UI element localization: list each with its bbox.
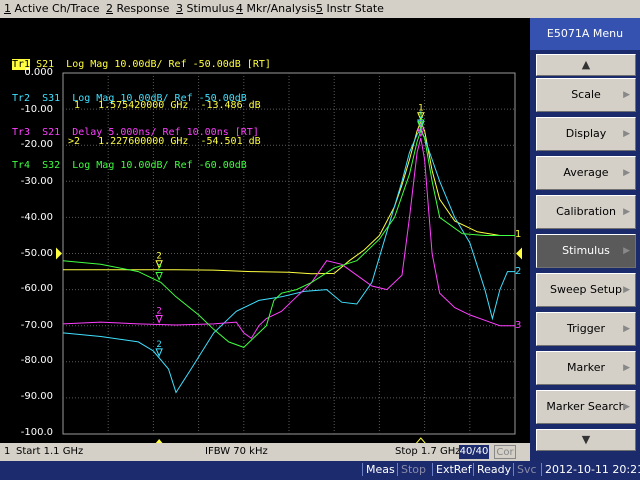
softkey-sweep-setup-button[interactable]: Sweep Setup ▶ xyxy=(536,273,636,307)
status-meas: Meas xyxy=(362,463,398,476)
y-tick-label: -40.00 xyxy=(20,212,53,223)
marker-triangle-2 xyxy=(155,272,163,281)
softkey-average-button[interactable]: Average ▶ xyxy=(536,156,636,190)
y-tick-label: -70.00 xyxy=(20,320,53,331)
softkey-scale-button[interactable]: Scale ▶ xyxy=(536,78,636,112)
average-count: 40/40 xyxy=(459,445,489,459)
status-extref: ExtRef xyxy=(432,463,475,476)
y-tick-label: -30.00 xyxy=(20,176,53,187)
y-tick-label: -100.0 xyxy=(20,427,53,438)
menu-bar: 1 Active Ch/Trace 2 Response 3 Stimulus … xyxy=(0,0,640,19)
softkey-marker-button[interactable]: Marker ▶ xyxy=(536,351,636,385)
y-tick-label: -50.00 xyxy=(20,248,53,259)
chart-area[interactable]: 11112222 Tr1 S21 Log Mag 10.00dB/ Ref -5… xyxy=(0,18,530,443)
channel-status-bar: 1 Start 1.1 GHz IFBW 70 kHz Stop 1.7 GHz xyxy=(0,443,530,461)
stop-frequency[interactable]: Stop 1.7 GHz xyxy=(395,446,461,457)
submenu-arrow-icon: ▶ xyxy=(623,324,630,334)
softkey-scroll-down-button[interactable]: ▼ xyxy=(536,429,636,451)
marker-2-readout: >2 1.227600000 GHz -54.501 dB xyxy=(68,136,261,147)
menu-instr-state[interactable]: 5 Instr State xyxy=(316,2,384,15)
marker-triangle-2 xyxy=(155,314,163,324)
submenu-arrow-icon: ▶ xyxy=(623,402,630,412)
submenu-arrow-icon: ▶ xyxy=(623,363,630,373)
softkey-scroll-up-button[interactable]: ▲ xyxy=(536,54,636,76)
scroll-up-icon: ▲ xyxy=(581,58,591,71)
marker-label-2: 2 xyxy=(156,264,161,274)
status-datetime: 2012-10-11 20:21 xyxy=(541,463,640,476)
marker-readout: 1 1.575420000 GHz -13.486 dB >2 1.227600… xyxy=(68,76,261,172)
marker-label-2: 2 xyxy=(156,252,161,262)
softkey-stimulus-button[interactable]: Stimulus ▶ xyxy=(536,234,636,268)
status-ready: Ready xyxy=(473,463,515,476)
marker-1-readout: 1 1.575420000 GHz -13.486 dB xyxy=(68,100,261,111)
channel-number: 1 xyxy=(4,446,11,457)
softkey-calibration-button[interactable]: Calibration ▶ xyxy=(536,195,636,229)
softkey-display-button[interactable]: Display ▶ xyxy=(536,117,636,151)
instrument-status-bar: Meas Stop ExtRef Ready Svc 2012-10-11 20… xyxy=(0,461,640,480)
submenu-arrow-icon: ▶ xyxy=(623,285,630,295)
scroll-down-icon: ▼ xyxy=(581,433,591,446)
ref-level-left-arrow xyxy=(56,247,62,260)
marker-label-2: 2 xyxy=(156,306,161,316)
right-label-1: 1 xyxy=(515,229,522,240)
softkey-marker-search-button[interactable]: Marker Search ▶ xyxy=(536,390,636,424)
submenu-arrow-icon: ▶ xyxy=(623,246,630,256)
y-tick-label: -90.00 xyxy=(20,391,53,402)
submenu-arrow-icon: ▶ xyxy=(623,129,630,139)
right-label-3: 3 xyxy=(515,320,522,331)
menu-active-ch-trace[interactable]: 1 Active Ch/Trace xyxy=(4,2,100,15)
status-svc: Svc xyxy=(513,463,540,476)
ref-level-right-arrow xyxy=(516,247,522,260)
submenu-arrow-icon: ▶ xyxy=(623,168,630,178)
ifbw-value[interactable]: IFBW 70 kHz xyxy=(205,446,268,457)
menu-response[interactable]: 2 Response xyxy=(106,2,169,15)
submenu-arrow-icon: ▶ xyxy=(623,207,630,217)
menu-mkr-analysis[interactable]: 4 Mkr/Analysis xyxy=(236,2,316,15)
right-label-2: 2 xyxy=(515,266,522,277)
start-frequency[interactable]: Start 1.1 GHz xyxy=(16,446,83,457)
marker-label-1: 1 xyxy=(418,113,423,123)
marker-label-2: 2 xyxy=(156,340,161,350)
softkey-panel: E5071A Menu ▲ Scale ▶ Display ▶ Average ▶ C… xyxy=(530,18,640,461)
y-tick-label: -10.00 xyxy=(20,104,53,115)
submenu-arrow-icon: ▶ xyxy=(623,90,630,100)
softkey-menu-title: E5071A Menu xyxy=(530,18,640,50)
correction-indicator: Cor xyxy=(494,445,516,459)
status-stop: Stop xyxy=(397,463,430,476)
y-tick-label: -60.00 xyxy=(20,283,53,294)
softkey-trigger-button[interactable]: Trigger ▶ xyxy=(536,312,636,346)
y-tick-label: 0.000 xyxy=(24,67,53,78)
y-tick-label: -20.00 xyxy=(20,139,53,150)
y-tick-label: -80.00 xyxy=(20,355,53,366)
menu-stimulus[interactable]: 3 Stimulus xyxy=(176,2,234,15)
